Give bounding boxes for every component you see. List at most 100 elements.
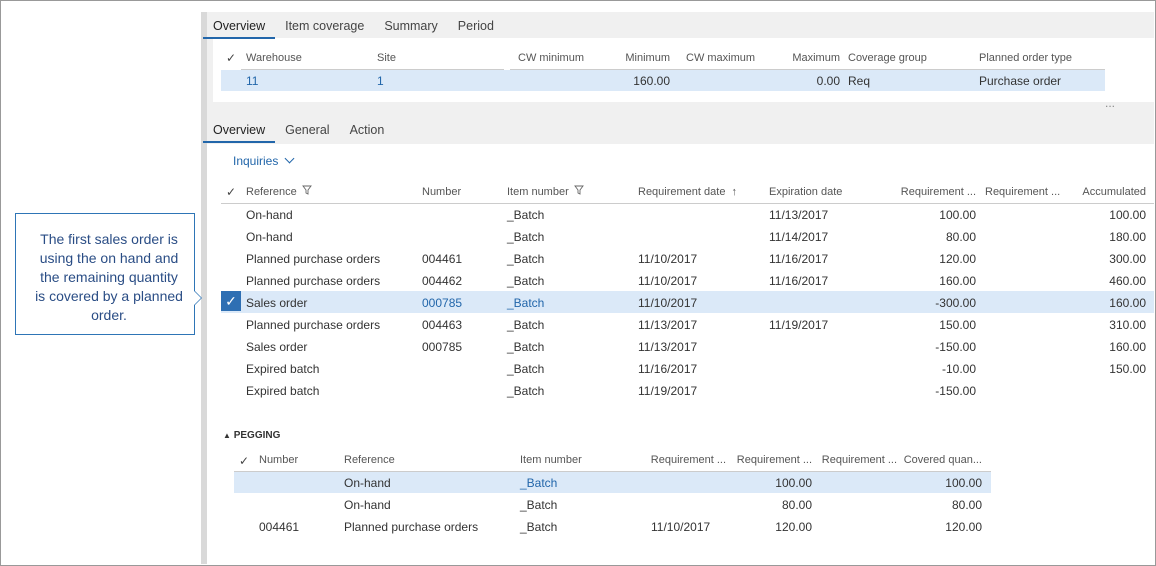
accumulated-cell: 300.00: [1109, 252, 1146, 266]
col-reference-label: Reference: [246, 186, 297, 198]
col-requirement-date[interactable]: Requirement date ↑: [638, 181, 737, 203]
peg-req-3-cell: [811, 472, 897, 494]
col-warehouse[interactable]: Warehouse: [246, 47, 302, 69]
row-checked-icon[interactable]: ✓: [221, 291, 241, 311]
item-number-cell[interactable]: _Batch: [507, 292, 544, 314]
item-number-cell: _Batch: [507, 252, 545, 266]
item-number-cell: _Batch: [507, 362, 545, 376]
accumulated-cell: 180.00: [1109, 230, 1146, 244]
callout-pointer-fill: [194, 291, 201, 305]
peg-reference-cell: On-hand: [344, 498, 391, 512]
requirement-qty-cell: 120.00: [939, 252, 976, 266]
select-all-check-icon[interactable]: ✓: [239, 454, 249, 468]
number-cell: 000785: [422, 340, 463, 354]
expiration-date-cell: 11/13/2017: [769, 208, 829, 222]
col-accumulated[interactable]: Accumulated: [1066, 181, 1146, 203]
requirement-date-cell: 11/19/2017: [638, 384, 698, 398]
peg-covered-cell: 80.00: [951, 498, 982, 512]
select-all-check-icon[interactable]: ✓: [226, 185, 236, 199]
col-requirement-date-label: Requirement date: [638, 186, 726, 198]
top-tab-strip: Overview Item coverage Summary Period: [203, 13, 504, 39]
inquiries-menu[interactable]: Inquiries: [233, 150, 295, 172]
select-all-check-icon[interactable]: ✓: [226, 51, 236, 65]
col-reference[interactable]: Reference: [246, 181, 312, 203]
col-peg-item-number[interactable]: Item number: [520, 449, 582, 471]
tab-general[interactable]: General: [275, 117, 339, 143]
number-cell[interactable]: 000785: [422, 292, 462, 314]
accumulated-cell: 160.00: [1109, 296, 1146, 310]
peg-reference-cell: On-hand: [344, 476, 391, 490]
col-requirement-qty[interactable]: Requirement ...: [880, 181, 976, 203]
tab-period[interactable]: Period: [448, 13, 504, 39]
col-item-number[interactable]: Item number: [507, 181, 584, 203]
col-cw-maximum[interactable]: CW maximum: [686, 47, 755, 69]
expiration-date-cell: 11/16/2017: [769, 252, 829, 266]
requirement-date-cell: 11/16/2017: [638, 362, 698, 376]
col-coverage-group[interactable]: Coverage group: [848, 47, 927, 69]
peg-covered-cell: 100.00: [945, 476, 982, 490]
col-planned-order-type[interactable]: Planned order type: [979, 47, 1072, 69]
col-expiration-date[interactable]: Expiration date: [769, 181, 842, 203]
sort-ascending-icon: ↑: [731, 186, 738, 198]
reference-cell: Planned purchase orders: [246, 318, 381, 332]
col-cw-minimum[interactable]: CW minimum: [500, 47, 584, 69]
item-number-cell: _Batch: [507, 384, 545, 398]
col-site[interactable]: Site: [377, 47, 396, 69]
tab-overview[interactable]: Overview: [203, 13, 276, 39]
accumulated-cell: 460.00: [1109, 274, 1146, 288]
peg-req-2-cell: 120.00: [775, 520, 812, 534]
pegging-section[interactable]: ▲ PEGGING: [223, 425, 280, 447]
number-cell: 004461: [422, 252, 463, 266]
site-value[interactable]: 1: [377, 70, 384, 92]
more-options-icon[interactable]: ...: [1105, 96, 1115, 110]
accumulated-cell: 160.00: [1109, 340, 1146, 354]
item-number-cell: _Batch: [507, 230, 545, 244]
callout-text: The first sales order is using the on ha…: [35, 231, 183, 323]
coverage-group-value: Req: [848, 74, 871, 88]
peg-item-number-cell: _Batch: [520, 520, 558, 534]
peg-item-number-cell[interactable]: _Batch: [520, 472, 557, 494]
col-peg-req-2[interactable]: Requirement ...: [726, 449, 812, 471]
tab-action[interactable]: Action: [340, 117, 395, 143]
header-divider: [221, 203, 1154, 204]
tab-summary[interactable]: Summary: [374, 13, 447, 39]
accumulated-cell: 150.00: [1109, 362, 1146, 376]
col-requirement-2[interactable]: Requirement ...: [985, 181, 1060, 203]
requirement-qty-cell: 80.00: [945, 230, 976, 244]
col-peg-number[interactable]: Number: [259, 449, 298, 471]
col-peg-req-3[interactable]: Requirement ...: [811, 449, 897, 471]
item-number-cell: _Batch: [507, 318, 545, 332]
number-cell: 004463: [422, 318, 463, 332]
lower-tab-strip: Overview General Action: [203, 117, 394, 143]
inquiries-label: Inquiries: [233, 154, 279, 168]
col-minimum[interactable]: Minimum: [590, 47, 670, 69]
col-peg-reference[interactable]: Reference: [344, 449, 395, 471]
warehouse-value[interactable]: 11: [246, 70, 258, 92]
requirement-date-cell: 11/13/2017: [638, 340, 698, 354]
filter-icon: [301, 185, 312, 195]
maximum-value: 0.00: [816, 74, 840, 88]
col-peg-covered[interactable]: Covered quan...: [896, 449, 982, 471]
tab-item-coverage[interactable]: Item coverage: [275, 13, 374, 39]
item-number-cell: _Batch: [507, 208, 545, 222]
reference-cell: Sales order: [246, 296, 308, 310]
requirement-qty-cell: -150.00: [935, 340, 976, 354]
reference-cell: Expired batch: [246, 362, 320, 376]
peg-req-2-cell: 100.00: [775, 476, 812, 490]
reference-cell: Planned purchase orders: [246, 252, 381, 266]
filter-icon: [573, 185, 584, 195]
requirement-qty-cell: 160.00: [939, 274, 976, 288]
minimum-value: 160.00: [633, 74, 670, 88]
col-maximum[interactable]: Maximum: [760, 47, 840, 69]
accumulated-cell: [1066, 380, 1146, 402]
col-item-number-label: Item number: [507, 186, 569, 198]
accumulated-cell: 100.00: [1109, 208, 1146, 222]
accumulated-cell: 310.00: [1109, 318, 1146, 332]
peg-req-3-cell: [811, 516, 897, 538]
col-peg-req-1[interactable]: Requirement ...: [640, 449, 726, 471]
requirement-qty-cell: 100.00: [939, 208, 976, 222]
peg-req-2-cell: 80.00: [781, 498, 812, 512]
tab-overview-lower[interactable]: Overview: [203, 117, 276, 143]
col-number[interactable]: Number: [422, 181, 461, 203]
reference-cell: Expired batch: [246, 384, 320, 398]
